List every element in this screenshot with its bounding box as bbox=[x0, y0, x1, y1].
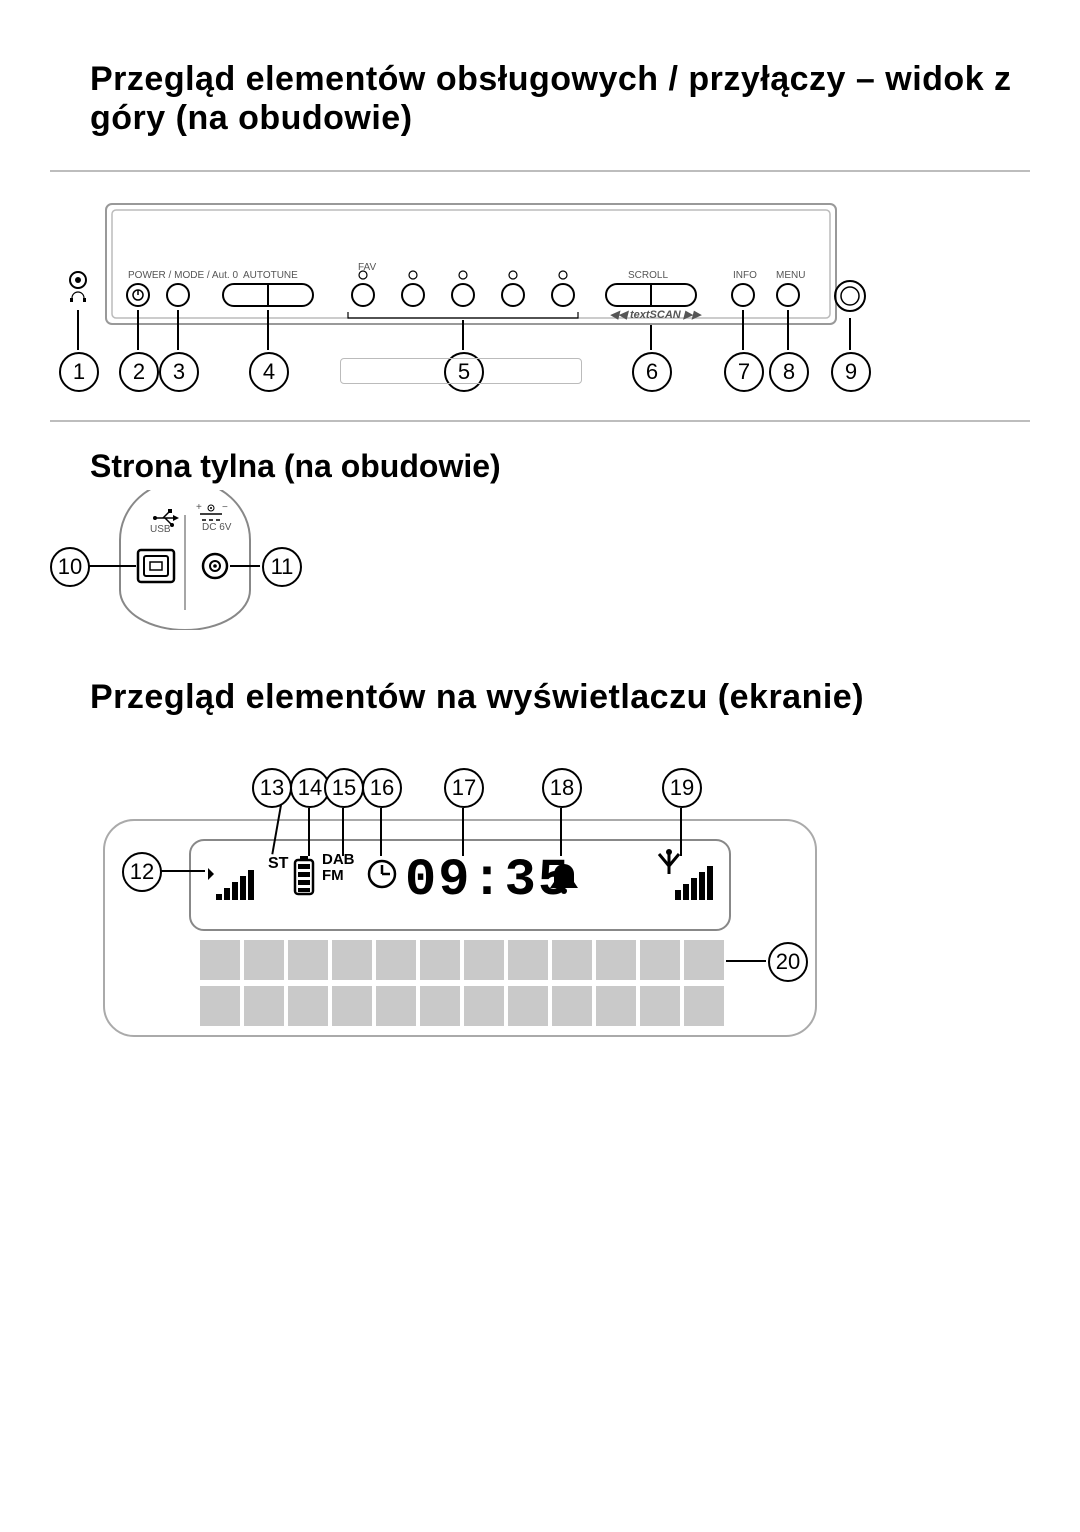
rear-heading: Strona tylna (na obudowie) bbox=[90, 448, 501, 485]
callout-10: 10 bbox=[50, 547, 90, 587]
callout-4: 4 bbox=[249, 352, 289, 392]
volume-knob bbox=[830, 278, 870, 318]
lead bbox=[462, 808, 464, 856]
lead bbox=[160, 870, 205, 872]
lead bbox=[230, 565, 260, 567]
lead bbox=[726, 960, 766, 962]
lead bbox=[650, 325, 652, 350]
label-menu: MENU bbox=[776, 270, 805, 281]
dot-matrix bbox=[200, 940, 724, 1026]
label-scan-top: SCROLL bbox=[628, 270, 668, 281]
lead bbox=[267, 310, 269, 350]
usb-label: USB bbox=[150, 524, 171, 535]
lead bbox=[88, 565, 136, 567]
dab-indicator: DAB bbox=[322, 851, 355, 868]
antenna-icon bbox=[659, 849, 713, 900]
section1-heading: Przegląd elementów obsługowych / przyłąc… bbox=[90, 60, 1080, 138]
fm-indicator: FM bbox=[322, 867, 344, 884]
callout-17: 17 bbox=[444, 768, 484, 808]
callout-20: 20 bbox=[768, 942, 808, 982]
callout-11: 11 bbox=[262, 547, 302, 587]
callout-6: 6 bbox=[632, 352, 672, 392]
callout-7: 7 bbox=[724, 352, 764, 392]
lead bbox=[680, 808, 682, 856]
section2-heading: Przegląd elementów na wyświetlaczu (ekra… bbox=[90, 678, 864, 717]
signal-icon bbox=[208, 868, 254, 900]
callout-12: 12 bbox=[122, 852, 162, 892]
label-textscan: ◀◀ textSCAN ▶▶ bbox=[610, 309, 702, 321]
lead bbox=[308, 808, 310, 856]
lead bbox=[342, 808, 344, 856]
lead bbox=[77, 310, 79, 350]
divider bbox=[50, 420, 1030, 422]
callout-13: 13 bbox=[252, 768, 292, 808]
callout-18: 18 bbox=[542, 768, 582, 808]
callout-16: 16 bbox=[362, 768, 402, 808]
lead bbox=[849, 318, 851, 350]
preset-group-box bbox=[340, 358, 582, 384]
rear-panel-diagram: USB + − DC 6V bbox=[100, 490, 270, 630]
callout-9: 9 bbox=[831, 352, 871, 392]
battery-icon bbox=[295, 856, 313, 894]
dc-label: DC 6V bbox=[202, 522, 232, 533]
lead bbox=[560, 808, 562, 856]
callout-1: 1 bbox=[59, 352, 99, 392]
lead bbox=[742, 310, 744, 350]
lead bbox=[380, 808, 382, 856]
lead bbox=[137, 310, 139, 350]
callout-2: 2 bbox=[119, 352, 159, 392]
label-autotune: AUTOTUNE bbox=[243, 270, 298, 281]
label-fav: FAV bbox=[358, 262, 376, 273]
callout-15: 15 bbox=[324, 768, 364, 808]
time-display: 09:35 bbox=[405, 851, 571, 910]
st-indicator: ST bbox=[268, 855, 289, 872]
svg-text:−: − bbox=[222, 502, 228, 513]
label-power: POWER / MODE / Aut. 0 bbox=[128, 270, 238, 281]
callout-3: 3 bbox=[159, 352, 199, 392]
callout-19: 19 bbox=[662, 768, 702, 808]
clock-icon bbox=[369, 861, 395, 887]
svg-text:+: + bbox=[196, 502, 202, 513]
callout-8: 8 bbox=[769, 352, 809, 392]
divider bbox=[50, 170, 1030, 172]
lead bbox=[462, 320, 464, 350]
label-info: INFO bbox=[733, 270, 757, 281]
lead bbox=[787, 310, 789, 350]
lead bbox=[177, 310, 179, 350]
